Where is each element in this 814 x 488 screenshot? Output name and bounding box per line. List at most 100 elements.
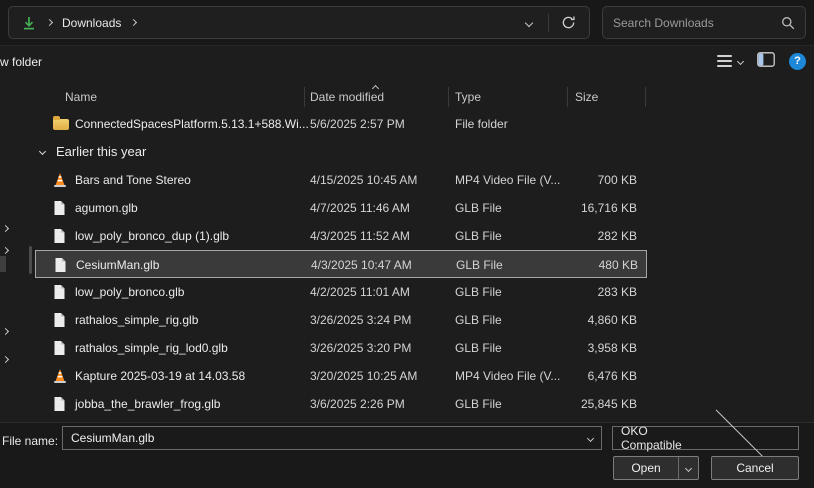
file-date: 4/3/2025 10:47 AM [311, 251, 412, 279]
file-name: low_poly_bronco_dup (1).glb [75, 222, 229, 250]
file-type-value: OKO Compatible [621, 424, 705, 452]
column-headers: Name Date modified Type Size [35, 84, 647, 110]
column-separator[interactable] [567, 87, 568, 107]
file-icon [53, 284, 66, 300]
chevron-down-icon[interactable] [587, 434, 594, 441]
group-label: Earlier this year [56, 138, 146, 166]
file-name: Bars and Tone Stereo [75, 166, 191, 194]
column-header-size[interactable]: Size [575, 84, 598, 110]
view-options-button[interactable] [717, 55, 743, 67]
file-name: CesiumMan.glb [76, 251, 159, 279]
help-button[interactable]: ? [789, 53, 806, 70]
tree-expand-icon[interactable] [2, 356, 9, 363]
file-row[interactable]: rathalos_simple_rig.glb 3/26/2025 3:24 P… [35, 306, 647, 334]
file-date: 3/26/2025 3:20 PM [310, 334, 411, 362]
file-row[interactable]: Kapture 2025-03-19 at 14.03.58 3/20/2025… [35, 362, 647, 390]
file-name: Kapture 2025-03-19 at 14.03.58 [75, 362, 245, 390]
column-separator[interactable] [645, 87, 646, 107]
file-icon [53, 340, 66, 356]
navigation-bar: Downloads [0, 0, 814, 46]
file-type: GLB File [456, 251, 503, 279]
column-header-name[interactable]: Name [65, 84, 97, 110]
file-name-label: File name: [2, 434, 58, 448]
tree-expand-icon[interactable] [2, 247, 9, 254]
file-type: GLB File [455, 278, 502, 306]
file-size: 6,476 KB [505, 362, 637, 390]
search-box[interactable] [602, 6, 806, 39]
vlc-cone-icon [53, 172, 67, 188]
command-bar: w folder ? [0, 47, 814, 80]
column-separator[interactable] [304, 87, 305, 107]
file-row[interactable]: Bars and Tone Stereo 4/15/2025 10:45 AM … [35, 166, 647, 194]
file-type: File folder [455, 110, 508, 138]
column-header-type[interactable]: Type [455, 84, 481, 110]
file-size: 4,860 KB [505, 306, 637, 334]
chevron-down-icon[interactable] [39, 148, 46, 155]
scrollbar-thumb[interactable] [29, 246, 32, 274]
folder-icon [53, 119, 69, 130]
preview-pane-icon [757, 52, 775, 67]
file-type-dropdown[interactable]: OKO Compatible [612, 426, 799, 450]
file-icon [53, 200, 66, 216]
group-header-earlier-this-year[interactable]: Earlier this year [35, 138, 647, 166]
file-date: 3/26/2025 3:24 PM [310, 306, 411, 334]
details-view-icon [717, 55, 732, 67]
file-icon [53, 228, 66, 244]
file-row[interactable]: low_poly_bronco.glb 4/2/2025 11:01 AM GL… [35, 278, 647, 306]
tree-selected-sliver [0, 256, 6, 272]
open-dropdown-button[interactable] [679, 466, 698, 471]
file-name: rathalos_simple_rig.glb [75, 306, 198, 334]
file-date: 4/15/2025 10:45 AM [310, 166, 417, 194]
file-icon [53, 396, 66, 412]
download-icon [21, 15, 37, 31]
address-dropdown-button[interactable] [516, 10, 542, 36]
preview-pane-button[interactable] [757, 52, 775, 70]
file-row[interactable]: rathalos_simple_rig_lod0.glb 3/26/2025 3… [35, 334, 647, 362]
file-date: 4/7/2025 11:46 AM [310, 194, 410, 222]
breadcrumb-item-downloads[interactable]: Downloads [62, 16, 121, 30]
file-date: 5/6/2025 2:57 PM [310, 110, 405, 138]
vlc-cone-icon [53, 368, 67, 384]
breadcrumb-chevron-icon [130, 19, 137, 26]
file-date: 4/3/2025 11:52 AM [310, 222, 410, 250]
file-type: GLB File [455, 306, 502, 334]
file-size: 25,845 KB [505, 390, 637, 418]
file-name: jobba_the_brawler_frog.glb [75, 390, 220, 418]
file-type: GLB File [455, 334, 502, 362]
tree-expand-icon[interactable] [2, 328, 9, 335]
column-separator[interactable] [448, 87, 449, 107]
file-size: 283 KB [505, 278, 637, 306]
file-name-input[interactable] [71, 431, 588, 445]
refresh-icon [561, 15, 576, 30]
address-bar[interactable]: Downloads [8, 6, 590, 39]
search-icon[interactable] [781, 16, 795, 30]
file-size: 282 KB [505, 222, 637, 250]
chevron-down-icon [685, 464, 692, 471]
divider [548, 14, 549, 32]
search-input[interactable] [613, 16, 763, 30]
file-list: Name Date modified Type Size ConnectedSp… [35, 84, 647, 418]
file-name-combobox[interactable] [62, 426, 602, 450]
file-row-selected[interactable]: CesiumMan.glb 4/3/2025 10:47 AM GLB File… [35, 250, 647, 278]
file-date: 4/2/2025 11:01 AM [310, 278, 410, 306]
file-size: 700 KB [505, 166, 637, 194]
refresh-button[interactable] [555, 10, 581, 36]
chevron-down-icon [737, 57, 744, 64]
cancel-button[interactable]: Cancel [711, 456, 799, 480]
tree-expand-icon[interactable] [2, 225, 9, 232]
file-row[interactable]: low_poly_bronco_dup (1).glb 4/3/2025 11:… [35, 222, 647, 250]
new-folder-button[interactable]: w folder [0, 55, 42, 69]
file-size: 16,716 KB [505, 194, 637, 222]
file-type: GLB File [455, 390, 502, 418]
file-icon [54, 257, 67, 273]
file-type: GLB File [455, 222, 502, 250]
file-name: ConnectedSpacesPlatform.5.13.1+588.Wi... [75, 110, 309, 138]
file-row[interactable]: agumon.glb 4/7/2025 11:46 AM GLB File 16… [35, 194, 647, 222]
file-date: 3/20/2025 10:25 AM [310, 362, 417, 390]
chevron-down-icon [525, 18, 533, 26]
open-button[interactable]: Open [613, 456, 699, 480]
file-row[interactable]: ConnectedSpacesPlatform.5.13.1+588.Wi...… [35, 110, 647, 138]
file-size: 3,958 KB [505, 334, 637, 362]
file-row[interactable]: jobba_the_brawler_frog.glb 3/6/2025 2:26… [35, 390, 647, 418]
file-name: rathalos_simple_rig_lod0.glb [75, 334, 228, 362]
